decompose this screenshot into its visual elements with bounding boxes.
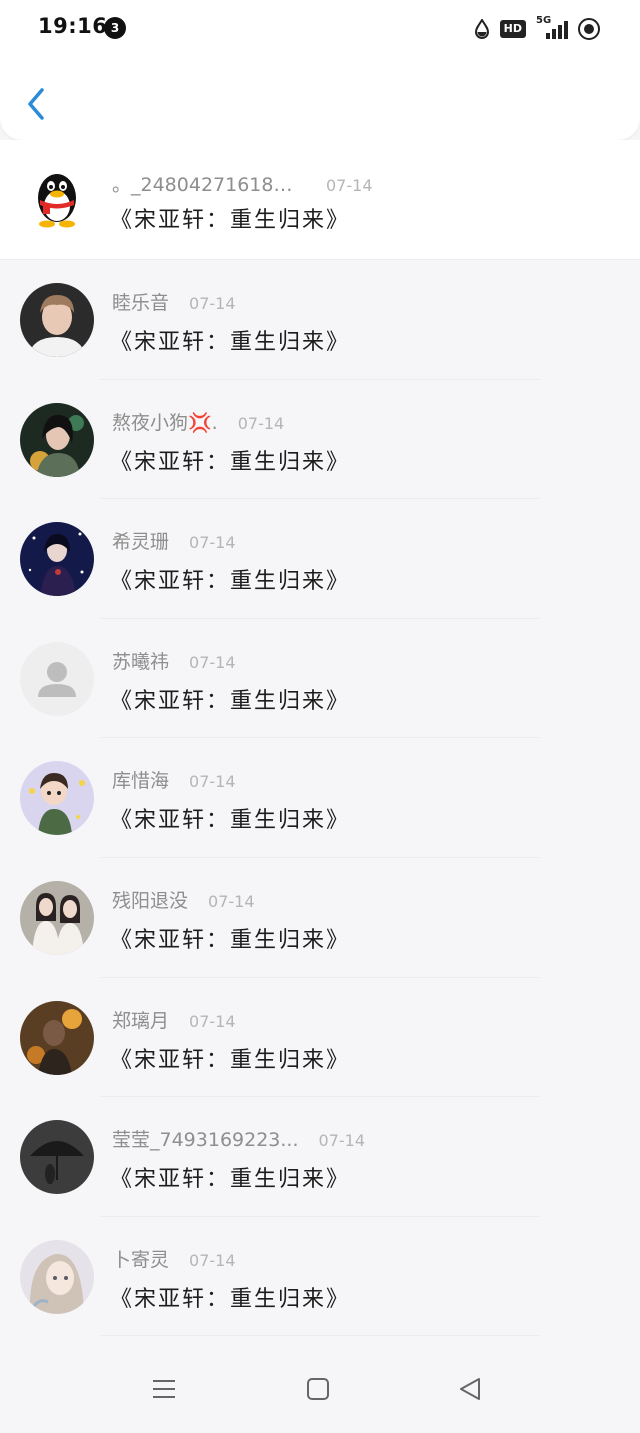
- message-text: 《宋亚轩：重生归来》: [110, 449, 351, 475]
- message-text: 《宋亚轩：重生归来》: [110, 808, 351, 834]
- menu-icon[interactable]: [144, 1369, 184, 1409]
- sender-name: 残阳退没: [112, 889, 189, 912]
- avatar: [20, 641, 94, 716]
- message-date: 07-14: [189, 652, 236, 672]
- avatar: [20, 880, 94, 955]
- sender-name: 睦乐音: [112, 292, 170, 314]
- default-user-icon: [20, 641, 94, 716]
- list-item[interactable]: 睦乐音 07-14 《宋亚轩：重生归来》: [0, 260, 640, 380]
- message-date: 07-14: [237, 413, 285, 433]
- divider: [100, 1335, 540, 1337]
- user-photo-icon: [20, 283, 94, 357]
- sender-line: 莹莹_7493169223... 07-14: [112, 1125, 365, 1152]
- avatar: [20, 761, 94, 836]
- message-date: 07-14: [318, 1131, 366, 1151]
- message-text: 《宋亚轩：重生归来》: [110, 688, 351, 714]
- back-button[interactable]: [18, 84, 54, 124]
- message-text: 《宋亚轩：重生归来》: [110, 1286, 351, 1312]
- user-illustration-icon: [20, 1239, 94, 1314]
- sender-line: 残阳退没 07-14: [112, 886, 255, 913]
- status-time: 19:16: [38, 14, 108, 38]
- list-item[interactable]: 卜寄灵 07-14 《宋亚轩：重生归来》: [0, 1217, 640, 1337]
- avatar: [20, 1000, 94, 1075]
- user-photo-icon: [20, 1000, 94, 1075]
- record-indicator-icon: [578, 18, 600, 40]
- message-date: 07-14: [189, 1250, 236, 1270]
- message-date: 07-14: [189, 772, 236, 792]
- sender-name: 卜寄灵: [112, 1248, 170, 1271]
- hd-icon: HD: [499, 20, 526, 38]
- list-item[interactable]: 苏曦祎 07-14 《宋亚轩：重生归来》: [0, 619, 640, 739]
- list-item[interactable]: 库惜海 07-14 《宋亚轩：重生归来》: [0, 738, 640, 858]
- list-item[interactable]: 莹莹_7493169223... 07-14 《宋亚轩：重生归来》: [0, 1097, 640, 1217]
- list-item[interactable]: 希灵珊 07-14 《宋亚轩：重生归来》: [0, 499, 640, 619]
- sender-line: 郑璃月 07-14: [112, 1006, 236, 1033]
- list-item[interactable]: 。_248042716181... 07-14 《宋亚轩：重生归来》: [0, 140, 640, 260]
- sender-line: 睦乐音 07-14: [112, 288, 236, 315]
- avatar: [20, 522, 94, 597]
- list-item[interactable]: 熬夜小狗💢. 07-14 《宋亚轩：重生归来》: [0, 380, 640, 500]
- message-text: 《宋亚轩：重生归来》: [110, 1167, 351, 1193]
- user-photo-icon: [20, 1120, 94, 1195]
- status-icons: HD 5G: [474, 15, 600, 42]
- message-text: 《宋亚轩：重生归来》: [110, 569, 351, 595]
- sender-line: 卜寄灵 07-14: [112, 1245, 236, 1272]
- avatar: [20, 162, 94, 236]
- message-text: 《宋亚轩：重生归来》: [110, 208, 351, 233]
- sender-name: 库惜海: [112, 770, 170, 793]
- sender-line: 。_248042716181... 07-14: [112, 170, 373, 197]
- sender-name: 苏曦祎: [112, 650, 170, 673]
- header: 19:16 3 HD 5G: [0, 0, 640, 140]
- message-date: 07-14: [208, 891, 255, 911]
- back-triangle-icon[interactable]: [450, 1369, 490, 1409]
- qq-penguin-icon: [38, 174, 76, 228]
- sender-name: 希灵珊: [112, 531, 170, 554]
- message-text: 《宋亚轩：重生归来》: [110, 330, 351, 355]
- sender-name: 郑璃月: [112, 1009, 170, 1032]
- sender-name: 。_248042716181...: [112, 174, 302, 196]
- message-text: 《宋亚轩：重生归来》: [110, 1047, 351, 1073]
- user-cartoon-icon: [20, 761, 94, 836]
- sender-line: 苏曦祎 07-14: [112, 647, 236, 674]
- data-saver-icon: [474, 19, 489, 39]
- message-list: 。_248042716181... 07-14 《宋亚轩：重生归来》 睦乐音 0…: [0, 140, 640, 1337]
- sender-line: 熬夜小狗💢. 07-14: [112, 408, 284, 435]
- message-date: 07-14: [189, 1011, 236, 1031]
- notification-badge: 3: [104, 17, 126, 39]
- avatar: [20, 1239, 94, 1314]
- user-photo-icon: [20, 402, 94, 477]
- home-icon[interactable]: [298, 1369, 338, 1409]
- avatar: [20, 1120, 94, 1195]
- avatar: [20, 402, 94, 477]
- user-photo-icon: [20, 522, 94, 597]
- message-date: 07-14: [189, 533, 236, 553]
- signal-icon: 5G: [536, 15, 568, 41]
- sender-name: 莹莹_7493169223...: [112, 1129, 299, 1152]
- sender-name: 熬夜小狗💢.: [112, 411, 218, 434]
- message-text: 《宋亚轩：重生归来》: [110, 927, 351, 953]
- message-date: 07-14: [189, 294, 236, 313]
- sender-line: 希灵珊 07-14: [112, 527, 236, 554]
- list-item[interactable]: 郑璃月 07-14 《宋亚轩：重生归来》: [0, 978, 640, 1098]
- sender-line: 库惜海 07-14: [112, 766, 236, 793]
- list-item[interactable]: 残阳退没 07-14 《宋亚轩：重生归来》: [0, 858, 640, 978]
- avatar: [20, 283, 94, 357]
- message-date: 07-14: [326, 176, 373, 195]
- system-nav-bar: [0, 1343, 640, 1433]
- user-photo-icon: [20, 880, 94, 955]
